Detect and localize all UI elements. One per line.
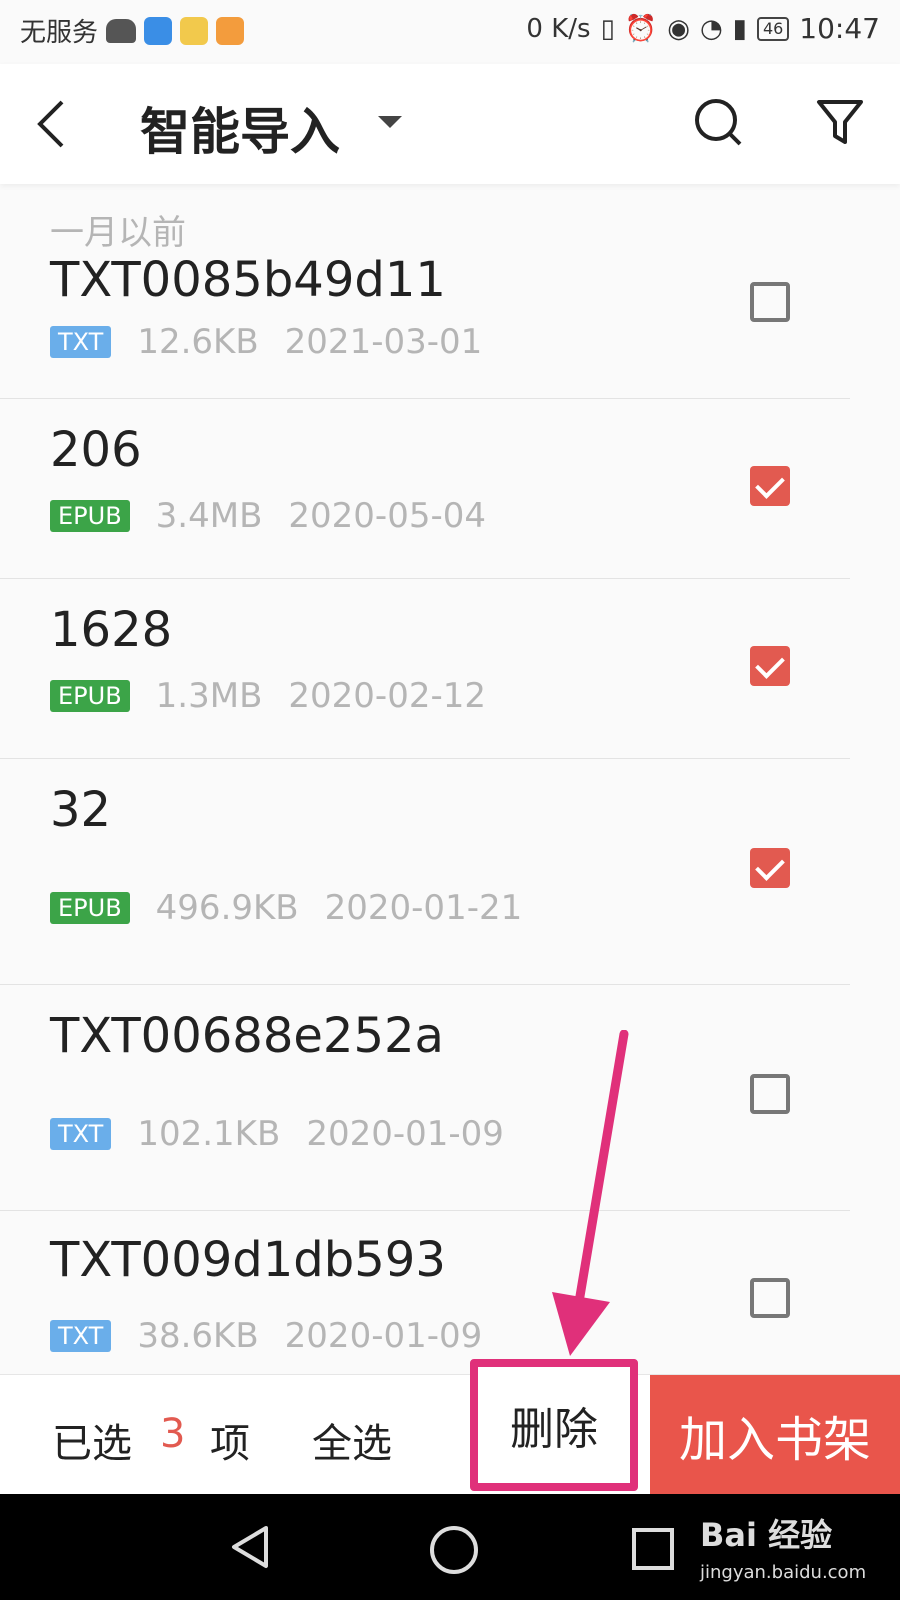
list-item[interactable]: 206 EPUB 3.4MB 2020-05-04 — [0, 400, 900, 578]
section-header: 一月以前 — [50, 213, 186, 253]
file-size: 496.9KB — [155, 888, 299, 928]
item-checkbox-checked[interactable] — [750, 848, 790, 888]
search-icon[interactable] — [690, 94, 746, 150]
file-type-badge: EPUB — [50, 892, 130, 924]
file-size: 38.6KB — [137, 1316, 259, 1356]
file-date: 2020-05-04 — [288, 496, 486, 536]
battery-indicator: 46 — [756, 16, 790, 41]
dropdown-caret-icon[interactable] — [378, 116, 402, 128]
file-name: 32 — [50, 782, 112, 838]
file-date: 2020-01-09 — [306, 1114, 504, 1154]
list-item[interactable]: TXT00688e252a TXT 102.1KB 2020-01-09 — [0, 986, 900, 1210]
file-meta: EPUB 496.9KB 2020-01-21 — [50, 888, 522, 928]
list-item[interactable]: 1628 EPUB 1.3MB 2020-02-12 — [0, 580, 900, 758]
status-bar: 无服务 0 K/s ▯ ⏰ ◉ ◔ ▮ 46 10:47 — [0, 0, 900, 64]
file-meta: TXT 38.6KB 2020-01-09 — [50, 1316, 482, 1356]
alarm-icon: ⏰ — [624, 13, 658, 44]
clock: 10:47 — [799, 12, 880, 45]
file-type-badge: TXT — [50, 1320, 112, 1352]
divider — [0, 398, 850, 399]
back-arrow-icon[interactable] — [28, 94, 78, 154]
watermark-brand: Bai 经验 — [700, 1516, 833, 1554]
divider — [0, 984, 850, 985]
weibo-icon — [180, 16, 209, 45]
watermark-logo: Bai 经验 jingyan.baidu.com — [700, 1510, 866, 1583]
file-size: 1.3MB — [155, 676, 263, 716]
file-type-badge: EPUB — [50, 680, 130, 712]
file-date: 2020-02-12 — [288, 676, 486, 716]
file-size: 12.6KB — [137, 322, 259, 362]
file-date: 2021-03-01 — [284, 322, 483, 362]
file-size: 3.4MB — [155, 496, 263, 536]
video-app-icon — [216, 16, 245, 45]
add-to-shelf-button[interactable]: 加入书架 — [650, 1375, 900, 1495]
selected-suffix: 项 — [210, 1421, 250, 1467]
list-item[interactable]: 32 EPUB 496.9KB 2020-01-21 — [0, 760, 900, 984]
wifi-icon: ◔ — [699, 13, 723, 44]
file-date: 2020-01-09 — [284, 1316, 483, 1356]
file-meta: TXT 102.1KB 2020-01-09 — [50, 1114, 504, 1154]
shield-icon — [144, 16, 173, 45]
item-checkbox-checked[interactable] — [750, 646, 790, 686]
file-size: 102.1KB — [137, 1114, 281, 1154]
divider — [0, 1210, 850, 1211]
file-name: 206 — [50, 422, 142, 478]
delete-button[interactable]: 删除 — [470, 1359, 638, 1491]
file-name: TXT00688e252a — [50, 1008, 444, 1064]
status-left: 无服务 — [20, 12, 245, 49]
page-title[interactable]: 智能导入 — [140, 92, 340, 164]
file-meta: TXT 12.6KB 2021-03-01 — [50, 322, 482, 362]
file-type-badge: TXT — [50, 1118, 112, 1150]
file-name: 1628 — [50, 602, 173, 658]
filter-icon[interactable] — [815, 96, 865, 148]
file-meta: EPUB 1.3MB 2020-02-12 — [50, 676, 486, 716]
list-item[interactable]: TXT0085b49d11 TXT 12.6KB 2021-03-01 — [0, 250, 900, 390]
divider — [0, 758, 850, 759]
divider — [0, 578, 850, 579]
nav-recent-apps-icon[interactable] — [632, 1528, 674, 1570]
item-checkbox[interactable] — [750, 282, 790, 322]
file-meta: EPUB 3.4MB 2020-05-04 — [50, 496, 486, 536]
eye-icon: ◉ — [667, 13, 690, 44]
carrier-label: 无服务 — [20, 18, 99, 48]
selected-count: 3 — [160, 1411, 186, 1457]
file-type-badge: EPUB — [50, 500, 130, 532]
select-all-button[interactable]: 全选 — [312, 1411, 392, 1469]
selected-prefix: 已选 — [52, 1421, 132, 1467]
nav-back-icon[interactable] — [228, 1524, 272, 1570]
file-date: 2020-01-21 — [324, 888, 523, 928]
item-checkbox-checked[interactable] — [750, 466, 790, 506]
watermark-url: jingyan.baidu.com — [700, 1562, 867, 1583]
nav-home-icon[interactable] — [430, 1526, 478, 1574]
android-icon — [106, 18, 137, 43]
list-item[interactable]: TXT009d1db593 TXT 38.6KB 2020-01-09 — [0, 1212, 900, 1372]
annotation-arrow — [552, 1030, 629, 1356]
vibrate-icon: ▯ — [600, 13, 615, 44]
file-name: TXT0085b49d11 — [50, 252, 446, 308]
sim-alert-icon: ▮ — [732, 13, 747, 44]
file-type-badge: TXT — [50, 326, 112, 358]
app-bar: 智能导入 — [0, 64, 900, 184]
status-right: 0 K/s ▯ ⏰ ◉ ◔ ▮ 46 10:47 — [526, 12, 880, 45]
file-name: TXT009d1db593 — [50, 1232, 446, 1288]
item-checkbox[interactable] — [750, 1278, 790, 1318]
system-nav-bar: Bai 经验 jingyan.baidu.com — [0, 1494, 900, 1600]
action-bar: 已选 3 项 全选 删除 加入书架 — [0, 1359, 900, 1495]
item-checkbox[interactable] — [750, 1074, 790, 1114]
net-speed: 0 K/s — [526, 13, 591, 44]
